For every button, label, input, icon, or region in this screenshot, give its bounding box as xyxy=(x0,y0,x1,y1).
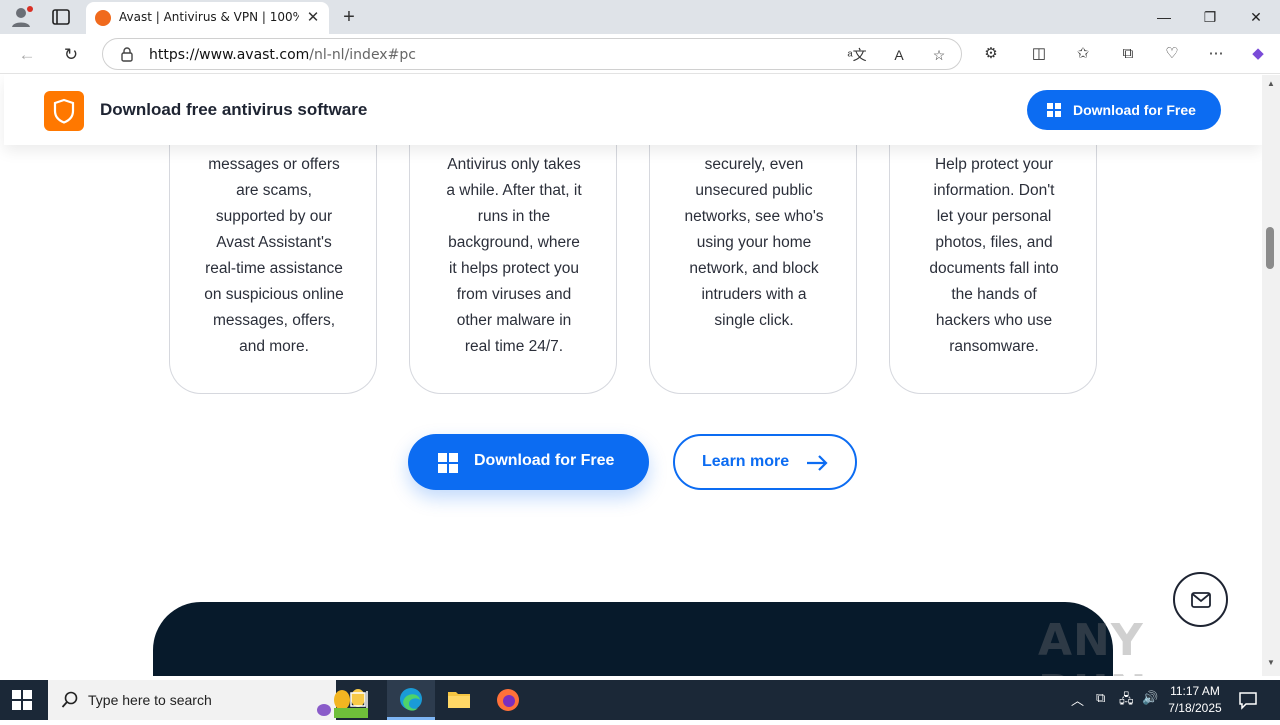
mail-icon xyxy=(1191,592,1211,608)
network-icon[interactable]: 🖧 xyxy=(1119,690,1134,712)
card-text: messages or offers are scams, supported by… xyxy=(204,156,344,355)
site-info-icon[interactable] xyxy=(119,46,135,62)
refresh-button[interactable]: ↻ xyxy=(58,42,84,68)
card-text: securely, even unsecured public networks, … xyxy=(684,156,824,329)
edge-icon xyxy=(400,688,422,711)
anyrun-watermark: ANY RUN xyxy=(1038,615,1146,676)
arrow-right-icon xyxy=(807,455,828,471)
sticky-download-header: Download free antivirus software Downloa… xyxy=(4,75,1262,145)
restore-button[interactable]: ❐ xyxy=(1187,4,1233,30)
back-button[interactable]: ← xyxy=(14,42,40,68)
translate-icon[interactable]: ᵃ文 xyxy=(846,44,868,66)
dark-promo-section xyxy=(153,602,1113,676)
copilot-icon[interactable]: ◆ xyxy=(1246,42,1270,66)
tray-chevron-icon[interactable]: ︿ xyxy=(1071,690,1084,709)
search-icon xyxy=(61,691,78,708)
collections-icon[interactable]: ⧉ xyxy=(1116,42,1140,66)
windows-icon xyxy=(438,453,458,473)
url-text: https://www.avast.com/nl-nl/index#pc xyxy=(149,47,416,63)
tray-device-icon[interactable]: ⧉ xyxy=(1096,690,1105,706)
browser-essentials-icon[interactable]: ♡ xyxy=(1160,42,1184,66)
favorites-icon[interactable]: ✩ xyxy=(1071,42,1095,66)
browser-titlebar: Avast | Antivirus & VPN | 100% free ✕ + … xyxy=(0,0,1280,34)
more-menu-icon[interactable]: ⋯ xyxy=(1204,42,1228,66)
avast-favicon-icon xyxy=(95,10,111,26)
card-text: Help protect your information. Don't let y… xyxy=(929,156,1059,355)
read-aloud-icon[interactable]: A xyxy=(888,44,910,66)
card-text: Antivirus only takes a while. After that,… xyxy=(446,156,582,355)
address-bar[interactable]: https://www.avast.com/nl-nl/index#pc ᵃ文 … xyxy=(102,38,962,70)
scroll-thumb[interactable] xyxy=(1266,227,1274,269)
favorite-star-icon[interactable]: ☆ xyxy=(928,44,950,66)
windows-icon xyxy=(1047,103,1061,117)
taskbar-explorer-button[interactable] xyxy=(435,680,483,720)
learn-more-button[interactable]: Learn more xyxy=(673,434,857,490)
shield-icon xyxy=(53,98,75,124)
task-view-button[interactable] xyxy=(336,680,384,720)
scroll-up-icon[interactable]: ▲ xyxy=(1267,79,1275,88)
windows-start-icon[interactable] xyxy=(12,690,32,710)
page-viewport: messages or offers are scams, supported by… xyxy=(0,75,1262,676)
task-view-icon xyxy=(350,691,368,708)
avast-shield-logo xyxy=(44,91,84,131)
firefox-icon xyxy=(497,689,519,711)
header-title: Download free antivirus software xyxy=(100,100,368,119)
notifications-icon[interactable] xyxy=(1238,690,1258,710)
close-tab-icon[interactable]: ✕ xyxy=(304,9,322,27)
windows-taskbar: Type here to search ︿ ⧉ 🖧 🔊 11:17 AM 7/18… xyxy=(0,680,1280,720)
taskbar-search[interactable]: Type here to search xyxy=(48,680,368,720)
folder-icon xyxy=(448,692,470,708)
close-window-button[interactable]: ✕ xyxy=(1233,4,1279,30)
browser-tab[interactable]: Avast | Antivirus & VPN | 100% free ✕ xyxy=(86,2,329,34)
minimize-button[interactable]: — xyxy=(1141,4,1187,30)
taskbar-edge-button[interactable] xyxy=(387,680,435,720)
header-download-button[interactable]: Download for Free xyxy=(1027,90,1221,130)
profile-icon[interactable] xyxy=(10,6,34,28)
scroll-down-icon[interactable]: ▼ xyxy=(1267,658,1275,667)
tab-actions-icon[interactable] xyxy=(50,6,72,28)
page-scrollbar[interactable]: ▲ ▼ xyxy=(1262,75,1280,676)
extensions-icon[interactable]: ⚙ xyxy=(979,42,1003,66)
split-screen-icon[interactable]: ◫ xyxy=(1027,42,1051,66)
volume-icon[interactable]: 🔊 xyxy=(1142,690,1158,706)
taskbar-firefox-button[interactable] xyxy=(484,680,532,720)
taskbar-clock[interactable]: 11:17 AM 7/18/2025 xyxy=(1160,683,1230,717)
download-for-free-button[interactable]: Download for Free xyxy=(408,434,649,490)
new-tab-button[interactable]: + xyxy=(338,6,360,28)
tab-title: Avast | Antivirus & VPN | 100% free xyxy=(119,10,299,24)
